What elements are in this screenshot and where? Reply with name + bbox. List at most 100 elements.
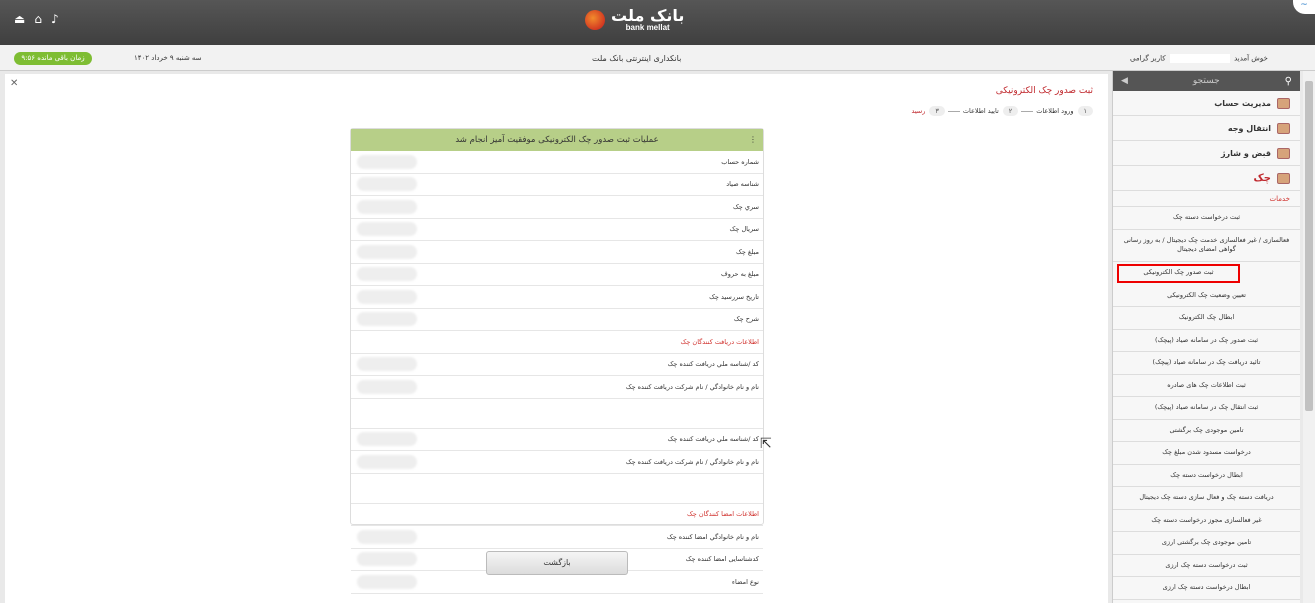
step-1: ۱ ورود اطلاعات xyxy=(1036,106,1093,116)
sidebar-item[interactable]: درخواست مسدود شدن مبلغ چک xyxy=(1113,442,1300,465)
sidebar-main-item[interactable]: قبض و شارژ xyxy=(1113,141,1300,166)
logout-icon[interactable]: ⏏ xyxy=(14,12,25,26)
row-value xyxy=(351,552,433,567)
sidebar-main-label: انتقال وجه xyxy=(1227,123,1271,133)
section-heading-row: اطلاعات امضا کنندگان چک xyxy=(351,504,763,526)
wizard-steps: ۱ ورود اطلاعات ۲ تایید اطلاعات ۳ رسید xyxy=(911,106,1093,116)
collapse-icon[interactable]: ◀ xyxy=(1121,76,1128,86)
redacted-value xyxy=(357,154,417,169)
redacted-value xyxy=(357,222,417,237)
row-label: کد /شناسه ملي دریافت کننده چک xyxy=(667,435,759,444)
result-row: تاریخ سررسید چک xyxy=(351,286,763,309)
transfer-icon xyxy=(1277,122,1290,134)
row-label: مبلغ چک xyxy=(736,247,759,256)
redacted-value xyxy=(357,312,417,327)
row-value xyxy=(351,199,433,214)
result-row: کد /شناسه ملي دریافت کننده چک xyxy=(351,354,763,376)
sidebar-item[interactable]: ابطال درخواست دسته چک ارزی xyxy=(1113,577,1300,600)
row-label: شماره حساب xyxy=(721,157,759,166)
more-icon[interactable]: ⋮ xyxy=(749,129,757,151)
row-label: نام و نام خانوادگي امضا کننده چک xyxy=(666,532,759,541)
redacted-value xyxy=(357,357,417,372)
result-row: شماره حساب xyxy=(351,151,763,174)
row-label: سریال چک xyxy=(729,225,759,234)
step-number: ۳ xyxy=(929,106,945,116)
close-icon[interactable]: ✕ xyxy=(10,78,18,89)
step-number: ۱ xyxy=(1077,106,1093,116)
step-connector xyxy=(1021,110,1034,112)
sidebar-item[interactable]: ثبت صدور چک در سامانه صیاد (پیچک) xyxy=(1113,330,1300,352)
row-value xyxy=(351,357,433,372)
info-bar: زمان باقی مانده ۹:۵۶ سه شنبه ۹ خرداد ۱۴۰… xyxy=(0,45,1315,71)
result-row: نام و نام خانوادگي / نام شرکت دریافت کنن… xyxy=(351,451,763,474)
scrollbar-thumb[interactable] xyxy=(1305,81,1313,411)
sidebar-item[interactable]: تعیین وضعیت چک الکترونیکی xyxy=(1113,285,1300,307)
row-value xyxy=(351,177,433,192)
sidebar-item[interactable]: ثبت درخواست دسته چک xyxy=(1113,207,1300,230)
sidebar-main-label: چک xyxy=(1253,172,1271,184)
bank-name-en: bank mellat xyxy=(625,23,670,32)
main-content: ✕ ثبت صدور چک الکترونیکی ۱ ورود اطلاعات … xyxy=(5,74,1108,603)
row-label: سري چک xyxy=(732,202,759,211)
row-label: نوع امضاء xyxy=(731,577,759,586)
row-value xyxy=(351,222,433,237)
services-heading[interactable]: خدمات xyxy=(1113,191,1300,207)
sidebar-item[interactable]: تائید دریافت چک در سامانه صیاد (پیچک) xyxy=(1113,352,1300,375)
row-label: شناسه صیاد xyxy=(726,180,759,189)
section-heading-row: اطلاعات دریافت کنندگان چک xyxy=(351,331,763,354)
sidebar-main-item[interactable]: مدیریت حساب xyxy=(1113,91,1300,116)
step-label: تایید اطلاعات xyxy=(962,107,999,115)
sidebar-item[interactable]: ابطال درخواست دسته چک xyxy=(1113,465,1300,487)
corner-badge-icon[interactable]: ~ xyxy=(1293,0,1315,14)
back-button[interactable]: بازگشت xyxy=(486,551,628,575)
sidebar-item[interactable]: ثبت اطلاعات چک های صادره xyxy=(1113,375,1300,397)
sidebar-main-label: مدیریت حساب xyxy=(1214,98,1271,108)
bank-name-fa: بانک ملت xyxy=(611,6,685,25)
bell-icon[interactable]: ♪ xyxy=(51,12,59,26)
result-row xyxy=(351,399,763,429)
topbar-icons: ⏏ ⌂ ♪ xyxy=(14,12,59,26)
result-row: مبلغ چک xyxy=(351,241,763,264)
success-message: عملیات ثبت صدور چک الکترونیکی موفقیت آمی… xyxy=(455,135,659,145)
result-panel: ⋮ عملیات ثبت صدور چک الکترونیکی موفقیت آ… xyxy=(350,128,764,594)
sidebar-item[interactable]: تایید مبلغ چک ارزی xyxy=(1113,600,1300,603)
sidebar-item[interactable]: ابطال چک الکترونیک xyxy=(1113,307,1300,330)
sidebar-item[interactable]: فعالسازی / غیر فعالسازی خدمت چک دیجیتال … xyxy=(1113,230,1300,262)
sidebar-item[interactable]: تامین موجودی چک برگشتی xyxy=(1113,420,1300,442)
redacted-value xyxy=(357,267,417,282)
row-label: مبلغ به حروف xyxy=(721,270,759,279)
user-name-redacted xyxy=(1169,54,1230,63)
greeting-suffix: خوش آمدید xyxy=(1234,54,1268,63)
result-row: شناسه صیاد xyxy=(351,174,763,196)
sidebar-item[interactable]: غیر فعالسازی مجوز درخواست دسته چک xyxy=(1113,510,1300,532)
sidebar-item[interactable]: ثبت انتقال چک در سامانه صیاد (پیچک) xyxy=(1113,397,1300,420)
redacted-value xyxy=(357,199,417,214)
scrollbar[interactable] xyxy=(1303,71,1315,603)
redacted-value xyxy=(357,177,417,192)
row-label: شرح چک xyxy=(733,315,759,324)
redacted-value xyxy=(357,432,417,447)
success-header: ⋮ عملیات ثبت صدور چک الکترونیکی موفقیت آ… xyxy=(351,129,763,151)
redacted-value xyxy=(357,289,417,304)
search-box[interactable]: ⚲ جستجو ◀ xyxy=(1113,71,1300,91)
sidebar-item[interactable]: ثبت درخواست دسته چک ارزی xyxy=(1113,555,1300,577)
sidebar-main-item[interactable]: چک xyxy=(1113,166,1300,191)
result-row: مبلغ به حروف xyxy=(351,264,763,286)
row-value xyxy=(351,454,433,469)
sidebar-item[interactable]: دریافت دسته چک و فعال سازی دسته چک دیجیت… xyxy=(1113,487,1300,510)
check-icon xyxy=(1277,172,1290,184)
sidebar-item[interactable]: تامین موجودی چک برگشتی ارزی xyxy=(1113,532,1300,555)
row-label: نام و نام خانوادگي / نام شرکت دریافت کنن… xyxy=(625,457,759,466)
row-value xyxy=(351,312,433,327)
row-value xyxy=(351,379,433,394)
row-label: کد /شناسه ملي دریافت کننده چک xyxy=(667,360,759,369)
session-timer: زمان باقی مانده ۹:۵۶ xyxy=(14,52,92,65)
search-icon[interactable]: ⚲ xyxy=(1285,76,1292,87)
home-icon[interactable]: ⌂ xyxy=(34,12,42,26)
redacted-value xyxy=(357,552,417,567)
search-input[interactable]: جستجو xyxy=(1193,76,1220,86)
sidebar-item[interactable]: ثبت صدور چک الکترونیکی xyxy=(1117,263,1240,283)
result-row: نام و نام خانوادگي / نام شرکت دریافت کنن… xyxy=(351,376,763,399)
row-value xyxy=(351,574,433,589)
sidebar-main-item[interactable]: انتقال وجه xyxy=(1113,116,1300,141)
